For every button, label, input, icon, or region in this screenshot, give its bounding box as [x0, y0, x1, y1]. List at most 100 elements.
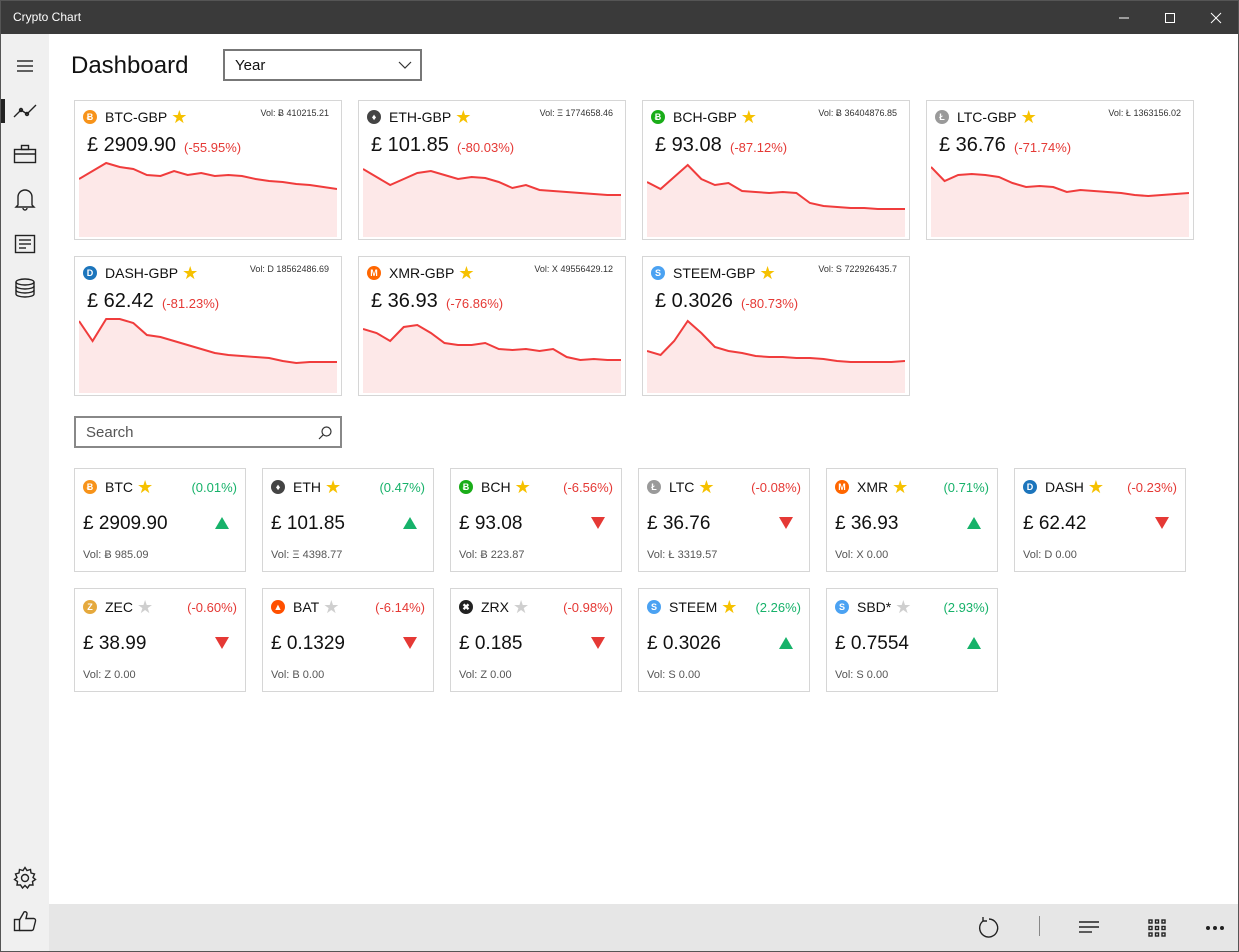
favorite-star-icon[interactable]: ★	[137, 478, 153, 496]
grid-view-button[interactable]	[1141, 912, 1173, 944]
coin-card[interactable]: S SBD* ★ (2.93%) £ 0.7554 Vol: S 0.00	[826, 588, 998, 692]
hamburger-menu-button[interactable]	[1, 46, 49, 86]
favorite-star-icon[interactable]: ★	[137, 598, 153, 616]
list-view-icon	[1079, 921, 1099, 933]
nav-news[interactable]	[1, 224, 49, 264]
favorite-star-icon[interactable]: ★	[171, 108, 187, 126]
list-view-button[interactable]	[1073, 912, 1105, 944]
favorite-chart-card[interactable]: ♦ ETH-GBP ★ Vol: Ξ 1774658.46 £ 101.85 (-80.0…	[358, 100, 626, 240]
coin-card[interactable]: ▲ BAT ★ (-6.14%) £ 0.1329 Vol: B 0.00	[262, 588, 434, 692]
favorite-chart-card[interactable]: S STEEM-GBP ★ Vol: S 722926435.7 £ 0.3026 (-8…	[642, 256, 910, 396]
coin-card[interactable]: M XMR ★ (0.71%) £ 36.93 Vol: X 0.00	[826, 468, 998, 572]
price-sparkline	[363, 168, 621, 237]
favorite-star-icon[interactable]: ★	[741, 108, 757, 126]
price-value: £ 36.93	[371, 290, 438, 312]
favorite-star-icon[interactable]: ★	[1021, 108, 1037, 126]
nav-settings[interactable]	[1, 858, 49, 898]
coin-card[interactable]: S STEEM ★ (2.26%) £ 0.3026 Vol: S 0.00	[638, 588, 810, 692]
favorite-star-icon[interactable]: ★	[182, 264, 198, 282]
minimize-button[interactable]	[1101, 1, 1147, 34]
news-icon	[14, 234, 36, 254]
pair-label: XMR-GBP	[389, 265, 455, 281]
favorite-card-header: Ƀ BCH-GBP ★	[651, 108, 757, 126]
coin-card[interactable]: ♦ ETH ★ (0.47%) £ 101.85 Vol: Ξ 4398.77	[262, 468, 434, 572]
coin-card[interactable]: Ƀ BTC ★ (0.01%) £ 2909.90 Vol: Ƀ 985.09	[74, 468, 246, 572]
nav-dashboard[interactable]	[1, 91, 49, 131]
price-value: £ 38.99	[83, 633, 147, 654]
close-button[interactable]	[1193, 1, 1239, 34]
change-percent: (-87.12%)	[730, 140, 788, 155]
maximize-button[interactable]	[1147, 1, 1193, 34]
favorite-card-header: S STEEM-GBP ★	[651, 264, 776, 282]
favorite-card-header: Ƀ BTC-GBP ★	[83, 108, 187, 126]
favorite-star-icon[interactable]: ★	[455, 108, 471, 126]
refresh-button[interactable]	[973, 912, 1005, 944]
coin-symbol: ZRX	[481, 599, 509, 615]
coin-card[interactable]: ✖ ZRX ★ (-0.98%) £ 0.185 Vol: Z 0.00	[450, 588, 622, 692]
coin-card[interactable]: D DASH ★ (-0.23%) £ 62.42 Vol: D 0.00	[1014, 468, 1186, 572]
arrow-up-icon	[967, 637, 981, 649]
litecoin-icon: Ł	[647, 480, 661, 494]
title-bar: Crypto Chart	[1, 1, 1238, 34]
more-icon	[1206, 926, 1224, 930]
favorite-star-icon[interactable]: ★	[895, 598, 911, 616]
change-percent: (2.26%)	[755, 600, 801, 615]
arrow-shape	[403, 517, 417, 529]
coin-card[interactable]: Ł LTC ★ (-0.08%) £ 36.76 Vol: Ł 3319.57	[638, 468, 810, 572]
favorite-chart-card[interactable]: M XMR-GBP ★ Vol: X 49556429.12 £ 36.93 (-76.8…	[358, 256, 626, 396]
favorite-chart-card[interactable]: Ƀ BCH-GBP ★ Vol: Ƀ 36404876.85 £ 93.08 (-87.1…	[642, 100, 910, 240]
arrow-shape	[403, 637, 417, 649]
bell-icon	[14, 189, 36, 211]
page-title: Dashboard	[71, 52, 189, 79]
favorite-chart-card[interactable]: Ł LTC-GBP ★ Vol: Ł 1363156.02 £ 36.76 (-71.74…	[926, 100, 1194, 240]
monero-icon: M	[835, 480, 849, 494]
nav-coins[interactable]	[1, 268, 49, 308]
volume-label: Vol: Z 0.00	[83, 669, 136, 681]
favorite-star-icon[interactable]: ★	[759, 264, 775, 282]
coin-card[interactable]: Ƀ BCH ★ (-6.56%) £ 93.08 Vol: Ƀ 223.87	[450, 468, 622, 572]
price-sparkline	[931, 166, 1189, 237]
favorite-star-icon[interactable]: ★	[1088, 478, 1104, 496]
nav-alerts[interactable]	[1, 179, 49, 219]
favorite-star-icon[interactable]: ★	[323, 598, 339, 616]
favorite-chart-card[interactable]: D DASH-GBP ★ Vol: D 18562486.69 £ 62.42 (-81.…	[74, 256, 342, 396]
nav-portfolio[interactable]	[1, 134, 49, 174]
coin-card-header: S SBD* ★	[835, 598, 911, 616]
volume-label: Vol: Ƀ 985.09	[83, 549, 149, 561]
favorite-star-icon[interactable]: ★	[458, 264, 474, 282]
price-value: £ 0.3026	[647, 633, 721, 654]
favorite-star-icon[interactable]: ★	[892, 478, 908, 496]
favorite-star-icon[interactable]: ★	[721, 598, 737, 616]
pair-label: ETH-GBP	[389, 109, 452, 125]
bitcoin-cash-icon: Ƀ	[459, 480, 473, 494]
volume-label: Vol: Ξ 1774658.46	[539, 108, 613, 118]
favorite-star-icon[interactable]: ★	[515, 478, 531, 496]
volume-label: Vol: S 0.00	[647, 669, 701, 681]
nav-feedback[interactable]	[1, 901, 49, 941]
volume-label: Vol: D 0.00	[1023, 549, 1077, 561]
refresh-icon	[979, 917, 999, 938]
pair-label: BTC-GBP	[105, 109, 168, 125]
favorite-star-icon[interactable]: ★	[513, 598, 529, 616]
search-input[interactable]: Search	[74, 416, 342, 448]
app-command-bar	[49, 904, 1238, 951]
price-sparkline	[647, 319, 905, 393]
minimize-icon	[1119, 17, 1129, 18]
favorite-chart-card[interactable]: Ƀ BTC-GBP ★ Vol: Ƀ 410215.21 £ 2909.90 (-55.9…	[74, 100, 342, 240]
coin-symbol: BCH	[481, 479, 511, 495]
search-placeholder: Search	[86, 424, 134, 441]
zrx-icon: ✖	[459, 600, 473, 614]
coin-symbol: ZEC	[105, 599, 133, 615]
favorite-star-icon[interactable]: ★	[698, 478, 714, 496]
favorite-star-icon[interactable]: ★	[325, 478, 341, 496]
favorite-card-header: Ł LTC-GBP ★	[935, 108, 1037, 126]
coin-card[interactable]: Z ZEC ★ (-0.60%) £ 38.99 Vol: Z 0.00	[74, 588, 246, 692]
time-range-value: Year	[235, 57, 266, 74]
dash-icon: D	[83, 266, 97, 280]
more-options-button[interactable]	[1199, 912, 1231, 944]
change-percent: (0.47%)	[379, 480, 425, 495]
time-range-select[interactable]: Year	[223, 49, 422, 81]
arrow-shape	[215, 637, 229, 649]
favorite-card-header: ♦ ETH-GBP ★	[367, 108, 471, 126]
command-separator	[1039, 916, 1040, 936]
